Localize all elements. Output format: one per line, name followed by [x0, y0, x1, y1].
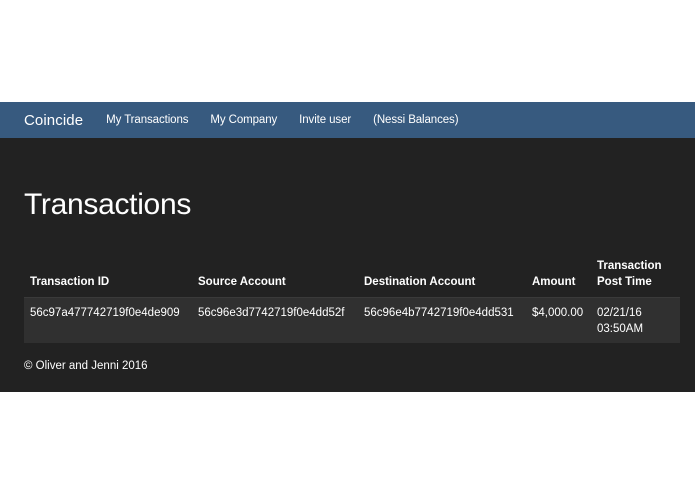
header-destination-account: Destination Account	[358, 258, 526, 298]
brand-link[interactable]: Coincide	[24, 112, 83, 129]
header-post-time-line2: Post Time	[597, 276, 652, 288]
cell-destination-account: 56c96e4b7742719f0e4dd531	[358, 297, 526, 343]
transactions-table: Transaction ID Source Account Destinatio…	[24, 258, 680, 343]
cell-post-time: 02/21/16 03:50AM	[591, 297, 680, 343]
header-post-time: Transaction Post Time	[591, 258, 680, 298]
nav-my-company[interactable]: My Company	[210, 114, 277, 126]
page-body: Coincide My Transactions My Company Invi…	[0, 102, 695, 392]
navbar: Coincide My Transactions My Company Invi…	[0, 102, 695, 138]
cell-source-account: 56c96e3d7742719f0e4dd52f	[192, 297, 358, 343]
cell-transaction-id: 56c97a477742719f0e4de909	[24, 297, 192, 343]
footer-copyright: © Oliver and Jenni 2016	[24, 360, 148, 372]
cell-post-clock: 03:50AM	[597, 323, 644, 335]
nav-nessi-balances[interactable]: (Nessi Balances)	[373, 114, 458, 126]
header-post-time-line1: Transaction	[597, 260, 662, 272]
header-transaction-id: Transaction ID	[24, 258, 192, 298]
table-row: 56c97a477742719f0e4de909 56c96e3d7742719…	[24, 297, 680, 343]
page-title: Transactions	[24, 188, 192, 221]
nav-my-transactions[interactable]: My Transactions	[106, 114, 188, 126]
cell-amount: $4,000.00	[526, 297, 591, 343]
table-header-row: Transaction ID Source Account Destinatio…	[24, 258, 680, 298]
cell-post-date: 02/21/16	[597, 307, 642, 319]
header-amount: Amount	[526, 258, 591, 298]
header-source-account: Source Account	[192, 258, 358, 298]
nav-invite-user[interactable]: Invite user	[299, 114, 351, 126]
